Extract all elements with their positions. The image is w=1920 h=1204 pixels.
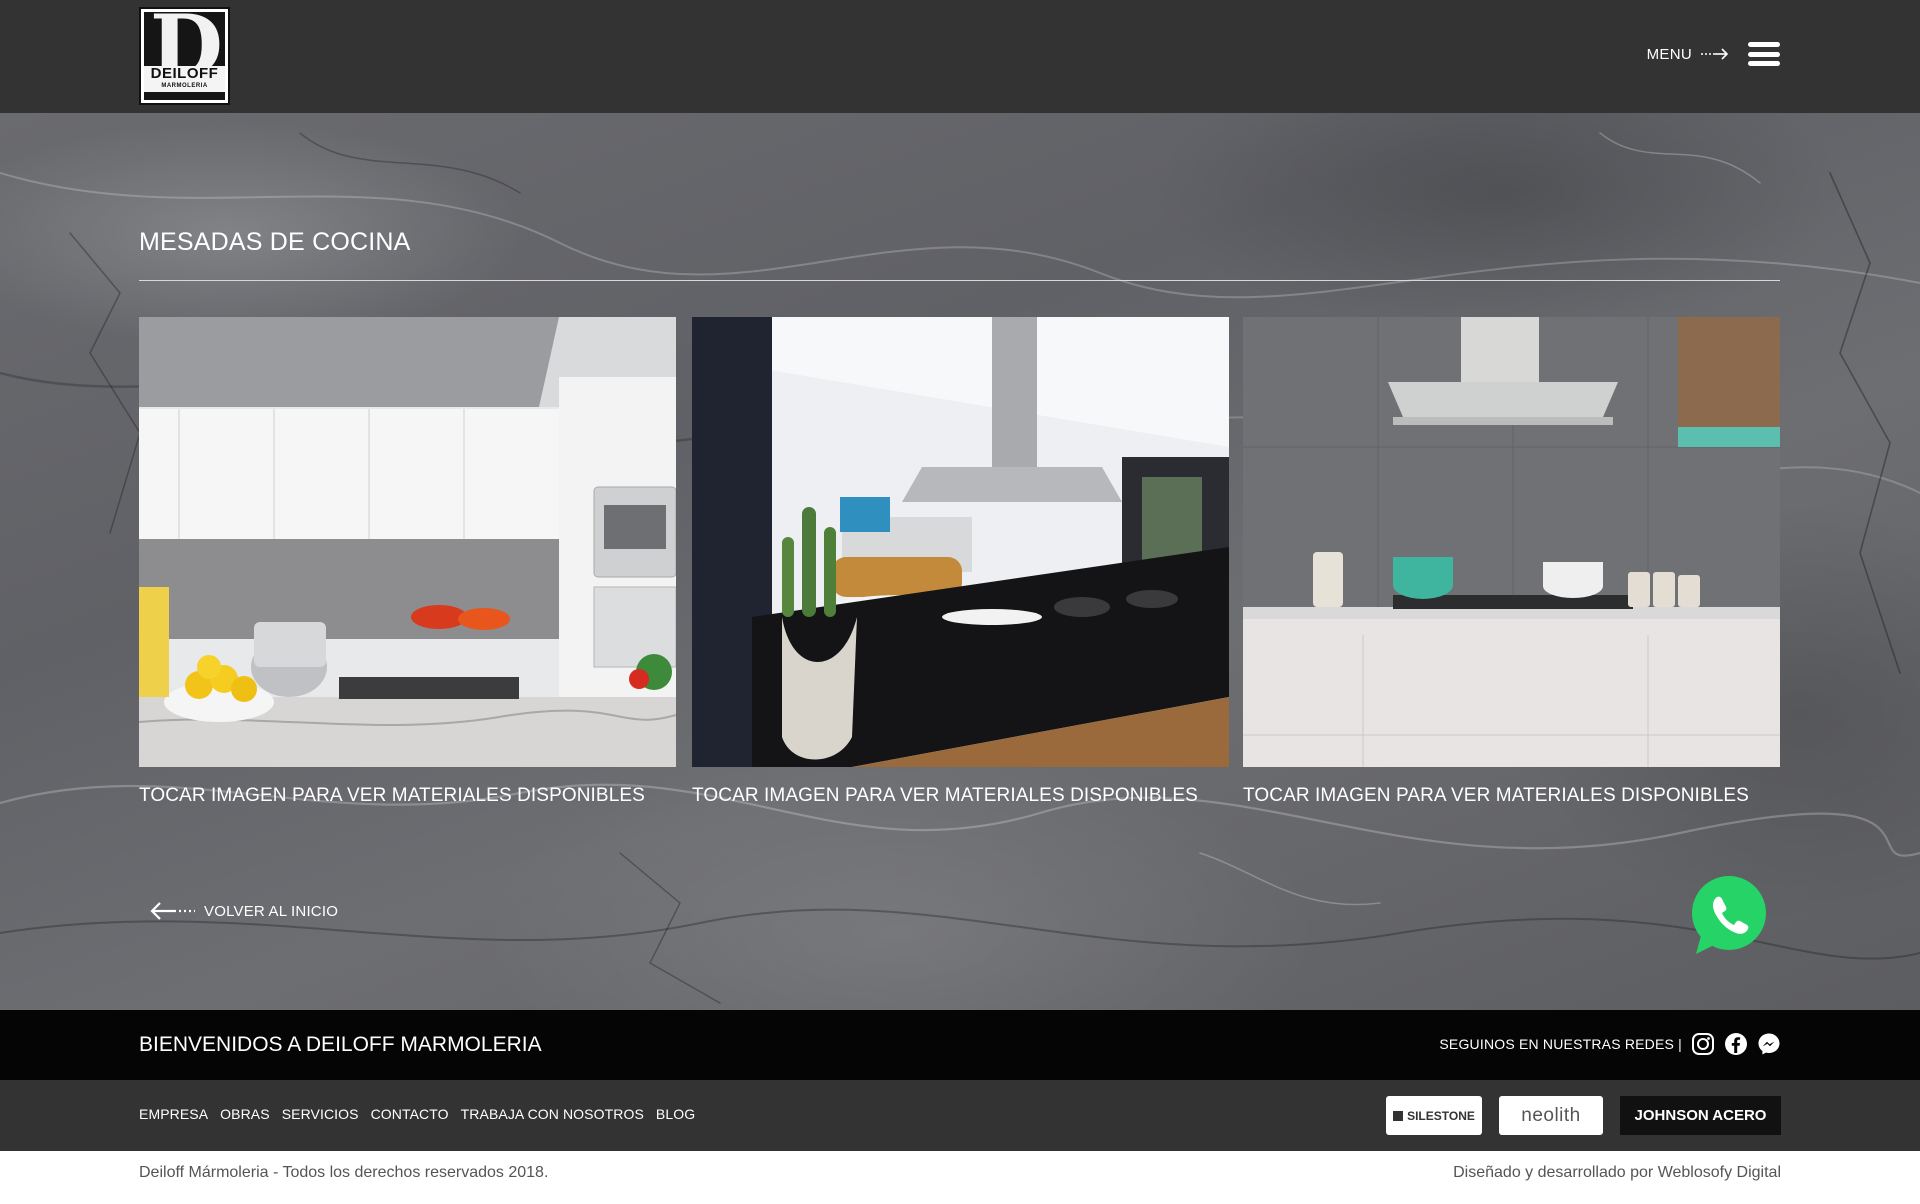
deiloff-logo[interactable]: D DEILOFF MARMOLERIA [139, 7, 230, 105]
card-caption[interactable]: TOCAR IMAGEN PARA VER MATERIALES DISPONI… [692, 785, 1229, 807]
menu-toggle[interactable]: MENU [1647, 42, 1780, 66]
social-links: SEGUINOS EN NUESTRAS REDES | [1439, 1032, 1781, 1056]
dotted-arrow-right-icon [1701, 48, 1729, 60]
silestone-logo[interactable]: SILESTONE [1386, 1096, 1482, 1135]
whatsapp-icon[interactable] [1688, 876, 1768, 956]
product-card[interactable]: TOCAR IMAGEN PARA VER MATERIALES DISPONI… [139, 317, 676, 807]
footer-welcome-bar: BIENVENIDOS A DEILOFF MARMOLERIA SEGUINO… [0, 1010, 1920, 1080]
social-label: SEGUINOS EN NUESTRAS REDES | [1439, 1036, 1682, 1052]
kitchen-white-cabinets-image[interactable] [139, 317, 676, 767]
title-divider [139, 280, 1780, 281]
developer-credit-link[interactable]: Diseñado y desarrollado por Weblosofy Di… [1453, 1164, 1781, 1182]
facebook-icon[interactable] [1724, 1032, 1748, 1056]
hamburger-icon[interactable] [1748, 42, 1780, 66]
copyright-bar: Deiloff Mármoleria - Todos los derechos … [0, 1151, 1920, 1204]
back-label: VOLVER AL INICIO [204, 902, 339, 920]
footer-nav-links: EMPRESA OBRAS SERVICIOS CONTACTO TRABAJA… [139, 1106, 695, 1122]
arrow-left-icon [150, 902, 195, 920]
nav-link-servicios[interactable]: SERVICIOS [282, 1106, 359, 1122]
nav-link-trabaja-con-nosotros[interactable]: TRABAJA CON NOSOTROS [461, 1106, 644, 1122]
page-title: MESADAS DE COCINA [139, 228, 411, 256]
card-caption[interactable]: TOCAR IMAGEN PARA VER MATERIALES DISPONI… [139, 785, 676, 807]
nav-link-blog[interactable]: BLOG [656, 1106, 695, 1122]
footer-navigation: EMPRESA OBRAS SERVICIOS CONTACTO TRABAJA… [0, 1080, 1920, 1151]
logo-text: DEILOFF [150, 65, 219, 82]
nav-link-contacto[interactable]: CONTACTO [371, 1106, 449, 1122]
johnson-acero-logo[interactable]: JOHNSON ACERO [1620, 1096, 1781, 1135]
menu-label: MENU [1646, 45, 1692, 63]
logo-mark: D DEILOFF MARMOLERIA [144, 12, 225, 100]
instagram-icon[interactable] [1691, 1032, 1715, 1056]
nav-link-empresa[interactable]: EMPRESA [139, 1106, 208, 1122]
card-caption[interactable]: TOCAR IMAGEN PARA VER MATERIALES DISPONI… [1243, 785, 1780, 807]
messenger-icon[interactable] [1757, 1032, 1781, 1056]
partner-brands: SILESTONE neolith JOHNSON ACERO [1386, 1096, 1781, 1135]
kitchen-island-black-countertop-image[interactable] [692, 317, 1229, 767]
site-header: D DEILOFF MARMOLERIA MENU [0, 0, 1920, 113]
neolith-logo[interactable]: neolith [1499, 1096, 1603, 1135]
kitchen-grey-tiles-hood-image[interactable] [1243, 317, 1780, 767]
main-content: MESADAS DE COCINA TOCAR IMAGEN PARA VER … [0, 113, 1920, 1010]
copyright-text: Deiloff Mármoleria - Todos los derechos … [139, 1164, 549, 1181]
footer-welcome: BIENVENIDOS A DEILOFF MARMOLERIA [139, 1033, 542, 1056]
logo-subtext: MARMOLERIA [161, 83, 208, 89]
product-card[interactable]: TOCAR IMAGEN PARA VER MATERIALES DISPONI… [1243, 317, 1780, 807]
back-to-home-link[interactable]: VOLVER AL INICIO [150, 900, 338, 922]
nav-link-obras[interactable]: OBRAS [220, 1106, 270, 1122]
product-card[interactable]: TOCAR IMAGEN PARA VER MATERIALES DISPONI… [692, 317, 1229, 807]
